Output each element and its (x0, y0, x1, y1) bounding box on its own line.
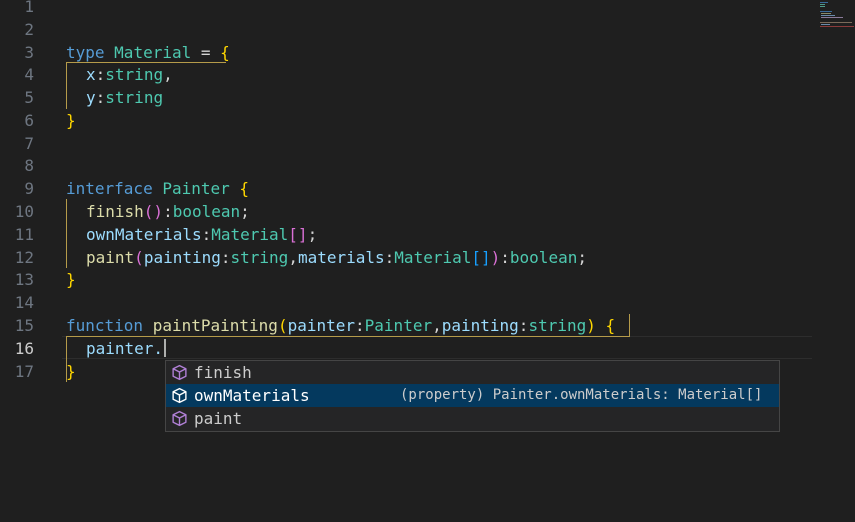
cube-icon (171, 364, 188, 381)
keyword-interface: interface (66, 179, 153, 198)
code-line-10: finish():boolean; (66, 200, 250, 223)
property-name: ownMaterials (86, 225, 202, 244)
comma: , (163, 65, 173, 84)
semicolon: ; (577, 248, 587, 267)
open-paren: ( (134, 248, 144, 267)
array-brackets: [] (471, 248, 491, 267)
line-number: 4 (24, 65, 34, 84)
suggest-widget[interactable]: finish ownMaterials (property) Painter.o… (165, 360, 780, 432)
line-number: 2 (24, 20, 34, 39)
close-brace: } (66, 111, 76, 130)
code-area[interactable]: type Material = { x:string, y:string } i… (66, 0, 855, 522)
close-brace: } (66, 270, 76, 289)
line-number-gutter: 1 2 3 4 5 6 7 8 9 10 11 12 13 14 15 16 1… (0, 0, 52, 522)
line-number: 13 (14, 270, 34, 289)
close-brace: } (66, 362, 76, 381)
suggest-item-ownmaterials[interactable]: ownMaterials (property) Painter.ownMater… (166, 384, 779, 407)
param-name: painter (287, 316, 356, 335)
type-ref: boolean (172, 202, 241, 221)
code-line-3: type Material = { (66, 41, 230, 64)
typed-text: painter. (86, 339, 164, 358)
open-brace: { (220, 43, 230, 62)
code-line-17: } (66, 360, 76, 383)
cube-icon (171, 387, 188, 404)
line-number-active: 16 (14, 339, 34, 358)
function-name: paintPainting (152, 316, 278, 335)
type-ref: Painter (364, 316, 433, 335)
line-number: 12 (14, 248, 34, 267)
colon: : (95, 88, 106, 107)
suggest-label: finish (194, 363, 252, 382)
minimap[interactable] (815, 0, 855, 30)
suggest-label: paint (194, 409, 243, 428)
param-name: painting (143, 248, 221, 267)
type-ref: string (230, 248, 289, 267)
line-number: 10 (14, 202, 34, 221)
code-line-4: x:string, (66, 63, 173, 86)
code-line-13: } (66, 268, 76, 291)
code-line-16: painter. (66, 337, 163, 360)
type-ref: Material (211, 225, 289, 244)
colon: : (220, 248, 231, 267)
method-name: paint (86, 248, 135, 267)
suggest-item-finish[interactable]: finish (166, 361, 779, 384)
code-line-15: function paintPainting(painter:Painter,p… (66, 314, 615, 337)
comma: , (432, 316, 442, 335)
open-brace: { (605, 316, 616, 335)
param-name: materials (297, 248, 385, 267)
param-name: painting (441, 316, 519, 335)
colon: : (355, 316, 365, 335)
suggest-label: ownMaterials (194, 386, 310, 405)
close-paren: ) (490, 248, 501, 267)
type-ref: string (105, 65, 164, 84)
cube-icon (171, 410, 188, 427)
code-line-12: paint(painting:string,materials:Material… (66, 246, 587, 269)
line-number: 1 (24, 0, 34, 16)
colon: : (518, 316, 529, 335)
semicolon: ; (307, 225, 318, 244)
code-editor[interactable]: 1 2 3 4 5 6 7 8 9 10 11 12 13 14 15 16 1… (0, 0, 855, 522)
parens: () (143, 202, 164, 221)
interface-name: Painter (162, 179, 230, 198)
line-number: 17 (14, 362, 34, 381)
line-number: 14 (14, 293, 34, 312)
type-ref: boolean (509, 248, 578, 267)
type-ref: string (105, 88, 164, 107)
array-brackets: [] (288, 225, 308, 244)
semicolon: ; (240, 202, 250, 221)
property-name: y (86, 88, 96, 107)
suggest-detail: (property) Painter.ownMaterials: Materia… (400, 387, 763, 403)
suggest-item-paint[interactable]: paint (166, 407, 779, 430)
type-name: Material (114, 43, 192, 62)
line-number: 8 (24, 156, 34, 175)
close-paren: ) (586, 316, 596, 335)
code-line-6: } (66, 109, 76, 132)
colon: : (163, 202, 173, 221)
keyword-function: function (66, 316, 144, 335)
line-number: 11 (14, 225, 34, 244)
type-ref: Material (394, 248, 472, 267)
colon: : (384, 248, 395, 267)
method-name: finish (86, 202, 144, 221)
type-ref: string (528, 316, 587, 335)
line-number: 6 (24, 111, 34, 130)
open-brace: { (239, 179, 250, 198)
keyword-type: type (66, 43, 105, 62)
colon: : (500, 248, 510, 267)
line-number: 3 (24, 43, 34, 62)
colon: : (95, 65, 106, 84)
code-line-5: y:string (66, 86, 163, 109)
text-cursor (164, 339, 166, 357)
line-number: 9 (24, 179, 34, 198)
line-number: 7 (24, 134, 34, 153)
comma: , (288, 248, 298, 267)
open-paren: ( (277, 316, 288, 335)
operator: = (191, 43, 221, 62)
code-line-9: interface Painter { (66, 177, 249, 200)
code-line-11: ownMaterials:Material[]; (66, 223, 317, 246)
colon: : (201, 225, 212, 244)
line-number: 5 (24, 88, 34, 107)
property-name: x (86, 65, 96, 84)
line-number: 15 (14, 316, 34, 335)
